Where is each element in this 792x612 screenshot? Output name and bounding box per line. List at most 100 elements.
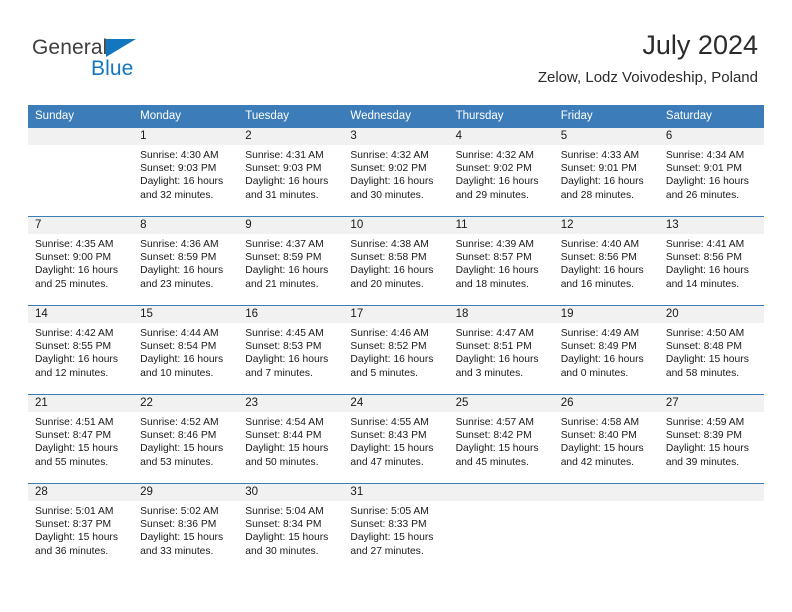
calendar-day-cell[interactable]: 2 Sunrise: 4:31 AM Sunset: 9:03 PM Daylight… <box>238 127 344 217</box>
calendar-day-cell[interactable]: 24 Sunrise: 4:55 AM Sunset: 8:43 PM Dayligh… <box>343 394 449 484</box>
sunrise-text: Sunrise: 4:38 AM <box>350 239 429 250</box>
calendar-day-cell[interactable]: 4 Sunrise: 4:32 AM Sunset: 9:02 PM Daylight… <box>448 127 554 217</box>
day-number: 30 <box>238 484 344 501</box>
daylight-text-line1: Daylight: 15 hours <box>245 532 329 544</box>
daylight-text-line1: Daylight: 16 hours <box>455 354 539 366</box>
day-number: 23 <box>238 395 344 412</box>
daylight-text-line2: and 33 minutes. <box>140 545 214 557</box>
sunset-text: Sunset: 8:57 PM <box>455 252 532 264</box>
calendar-day-cell[interactable]: 6 Sunrise: 4:34 AM Sunset: 9:01 PM Daylight… <box>658 127 764 217</box>
daylight-text-line1: Daylight: 16 hours <box>245 265 329 277</box>
sunset-text: Sunset: 8:37 PM <box>35 519 112 531</box>
calendar-day-cell[interactable]: 30 Sunrise: 5:04 AM Sunset: 8:34 PM Dayligh… <box>238 483 344 573</box>
daylight-text-line2: and 32 minutes. <box>140 189 214 201</box>
daylight-text-line1: Daylight: 16 hours <box>350 176 434 188</box>
calendar-day-cell[interactable]: 14 Sunrise: 4:42 AM Sunset: 8:55 PM Dayligh… <box>28 305 134 395</box>
day-number: 29 <box>133 484 239 501</box>
sunrise-text: Sunrise: 4:30 AM <box>140 150 219 161</box>
daylight-text-line1: Daylight: 15 hours <box>665 354 749 366</box>
day-number: 7 <box>28 217 134 234</box>
sunrise-text: Sunrise: 4:34 AM <box>665 150 745 161</box>
sunset-text: Sunset: 9:01 PM <box>665 163 742 175</box>
day-details: Sunrise: 5:01 AM Sunset: 8:37 PM Daylight:… <box>28 501 133 558</box>
calendar-day-cell[interactable]: 16 Sunrise: 4:45 AM Sunset: 8:53 PM Dayligh… <box>238 305 344 395</box>
daylight-text-line2: and 14 minutes. <box>665 278 740 290</box>
calendar-day-cell[interactable]: 12 Sunrise: 4:40 AM Sunset: 8:56 PM Dayligh… <box>553 216 659 306</box>
calendar-day-cell[interactable]: 26 Sunrise: 4:58 AM Sunset: 8:40 PM Dayligh… <box>553 394 659 484</box>
day-details: Sunrise: 4:44 AM Sunset: 8:54 PM Daylight:… <box>133 323 238 380</box>
weekday-header-row: Sunday Monday Tuesday Wednesday Thursday… <box>28 105 764 128</box>
day-number: 10 <box>343 217 449 234</box>
sunset-text: Sunset: 8:46 PM <box>140 430 217 442</box>
calendar-day-cell[interactable]: 8 Sunrise: 4:36 AM Sunset: 8:59 PM Daylight… <box>133 216 239 306</box>
calendar-day-cell[interactable]: 5 Sunrise: 4:33 AM Sunset: 9:01 PM Daylight… <box>553 127 659 217</box>
calendar-day-cell[interactable]: 9 Sunrise: 4:37 AM Sunset: 8:59 PM Daylight… <box>238 216 344 306</box>
sunrise-text: Sunrise: 5:02 AM <box>140 506 219 517</box>
calendar-body: 1 Sunrise: 4:30 AM Sunset: 9:03 PM Daylight… <box>28 127 764 573</box>
calendar-day-cell[interactable]: 15 Sunrise: 4:44 AM Sunset: 8:54 PM Dayligh… <box>133 305 239 395</box>
calendar-week-row: 7 Sunrise: 4:35 AM Sunset: 9:00 PM Daylight… <box>28 216 764 306</box>
page-subtitle: Zelow, Lodz Voivodeship, Poland <box>537 69 758 86</box>
day-number <box>658 484 764 501</box>
day-details: Sunrise: 5:05 AM Sunset: 8:33 PM Daylight:… <box>343 501 448 558</box>
day-details: Sunrise: 4:34 AM Sunset: 9:01 PM Daylight:… <box>659 145 764 202</box>
calendar-day-cell[interactable]: 18 Sunrise: 4:47 AM Sunset: 8:51 PM Dayligh… <box>448 305 554 395</box>
calendar-day-cell[interactable]: 17 Sunrise: 4:46 AM Sunset: 8:52 PM Dayligh… <box>343 305 449 395</box>
sunrise-text: Sunrise: 4:41 AM <box>665 239 745 250</box>
day-number: 24 <box>343 395 449 412</box>
calendar-day-cell[interactable]: 25 Sunrise: 4:57 AM Sunset: 8:42 PM Dayligh… <box>448 394 554 484</box>
day-number <box>28 128 134 145</box>
calendar-day-cell[interactable]: 20 Sunrise: 4:50 AM Sunset: 8:48 PM Dayligh… <box>658 305 764 395</box>
day-number: 15 <box>133 306 239 323</box>
sunrise-text: Sunrise: 5:05 AM <box>350 506 429 517</box>
daylight-text-line2: and 31 minutes. <box>245 189 319 201</box>
calendar-day-cell[interactable]: 1 Sunrise: 4:30 AM Sunset: 9:03 PM Daylight… <box>133 127 239 217</box>
daylight-text-line2: and 0 minutes. <box>560 367 629 379</box>
sunset-text: Sunset: 8:56 PM <box>560 252 637 264</box>
day-details: Sunrise: 4:57 AM Sunset: 8:42 PM Daylight:… <box>449 412 554 469</box>
daylight-text-line2: and 20 minutes. <box>350 278 424 290</box>
general-blue-logo[interactable]: General Blue <box>32 36 232 88</box>
day-number: 17 <box>343 306 449 323</box>
weekday-header-tuesday: Tuesday <box>238 105 344 128</box>
calendar-week-row: 28 Sunrise: 5:01 AM Sunset: 8:37 PM Dayligh… <box>28 483 764 573</box>
day-number: 28 <box>28 484 134 501</box>
daylight-text-line1: Daylight: 15 hours <box>35 532 118 544</box>
calendar-day-cell[interactable]: 19 Sunrise: 4:49 AM Sunset: 8:49 PM Dayligh… <box>553 305 659 395</box>
calendar-day-cell[interactable]: 21 Sunrise: 4:51 AM Sunset: 8:47 PM Dayligh… <box>28 394 134 484</box>
daylight-text-line2: and 42 minutes. <box>560 456 634 468</box>
page-title: July 2024 <box>642 30 758 60</box>
sunrise-text: Sunrise: 4:35 AM <box>35 239 114 250</box>
daylight-text-line2: and 18 minutes. <box>455 278 529 290</box>
day-number <box>448 484 554 501</box>
calendar-week-row: 14 Sunrise: 4:42 AM Sunset: 8:55 PM Dayligh… <box>28 305 764 395</box>
calendar-day-cell[interactable]: 7 Sunrise: 4:35 AM Sunset: 9:00 PM Daylight… <box>28 216 134 306</box>
calendar-head: Sunday Monday Tuesday Wednesday Thursday… <box>28 105 764 128</box>
daylight-text-line2: and 30 minutes. <box>245 545 319 557</box>
daylight-text-line2: and 12 minutes. <box>35 367 109 379</box>
sunrise-text: Sunrise: 4:49 AM <box>560 328 640 339</box>
calendar-day-cell[interactable]: 28 Sunrise: 5:01 AM Sunset: 8:37 PM Dayligh… <box>28 483 134 573</box>
calendar-day-cell[interactable]: 11 Sunrise: 4:39 AM Sunset: 8:57 PM Dayligh… <box>448 216 554 306</box>
sunset-text: Sunset: 9:03 PM <box>245 163 322 175</box>
calendar-day-cell[interactable]: 31 Sunrise: 5:05 AM Sunset: 8:33 PM Dayligh… <box>343 483 449 573</box>
weekday-header-friday: Friday <box>553 105 659 128</box>
calendar-day-cell[interactable]: 29 Sunrise: 5:02 AM Sunset: 8:36 PM Dayligh… <box>133 483 239 573</box>
daylight-text-line2: and 36 minutes. <box>35 545 109 557</box>
day-details: Sunrise: 5:02 AM Sunset: 8:36 PM Daylight:… <box>133 501 238 558</box>
calendar-day-cell[interactable]: 23 Sunrise: 4:54 AM Sunset: 8:44 PM Dayligh… <box>238 394 344 484</box>
calendar-day-cell[interactable]: 3 Sunrise: 4:32 AM Sunset: 9:02 PM Daylight… <box>343 127 449 217</box>
day-details: Sunrise: 4:45 AM Sunset: 8:53 PM Daylight:… <box>238 323 343 380</box>
calendar-day-cell[interactable]: 22 Sunrise: 4:52 AM Sunset: 8:46 PM Dayligh… <box>133 394 239 484</box>
sunrise-text: Sunrise: 4:39 AM <box>455 239 534 250</box>
daylight-text-line2: and 5 minutes. <box>350 367 418 379</box>
sunrise-text: Sunrise: 4:51 AM <box>35 417 114 428</box>
daylight-text-line1: Daylight: 16 hours <box>245 354 329 366</box>
sunset-text: Sunset: 8:51 PM <box>455 341 532 353</box>
day-number: 1 <box>133 128 239 145</box>
calendar-day-cell[interactable]: 13 Sunrise: 4:41 AM Sunset: 8:56 PM Dayligh… <box>658 216 764 306</box>
calendar-day-cell[interactable]: 10 Sunrise: 4:38 AM Sunset: 8:58 PM Dayligh… <box>343 216 449 306</box>
sunset-text: Sunset: 8:58 PM <box>350 252 427 264</box>
calendar-day-cell[interactable]: 27 Sunrise: 4:59 AM Sunset: 8:39 PM Dayligh… <box>658 394 764 484</box>
day-details: Sunrise: 4:41 AM Sunset: 8:56 PM Daylight:… <box>659 234 764 291</box>
